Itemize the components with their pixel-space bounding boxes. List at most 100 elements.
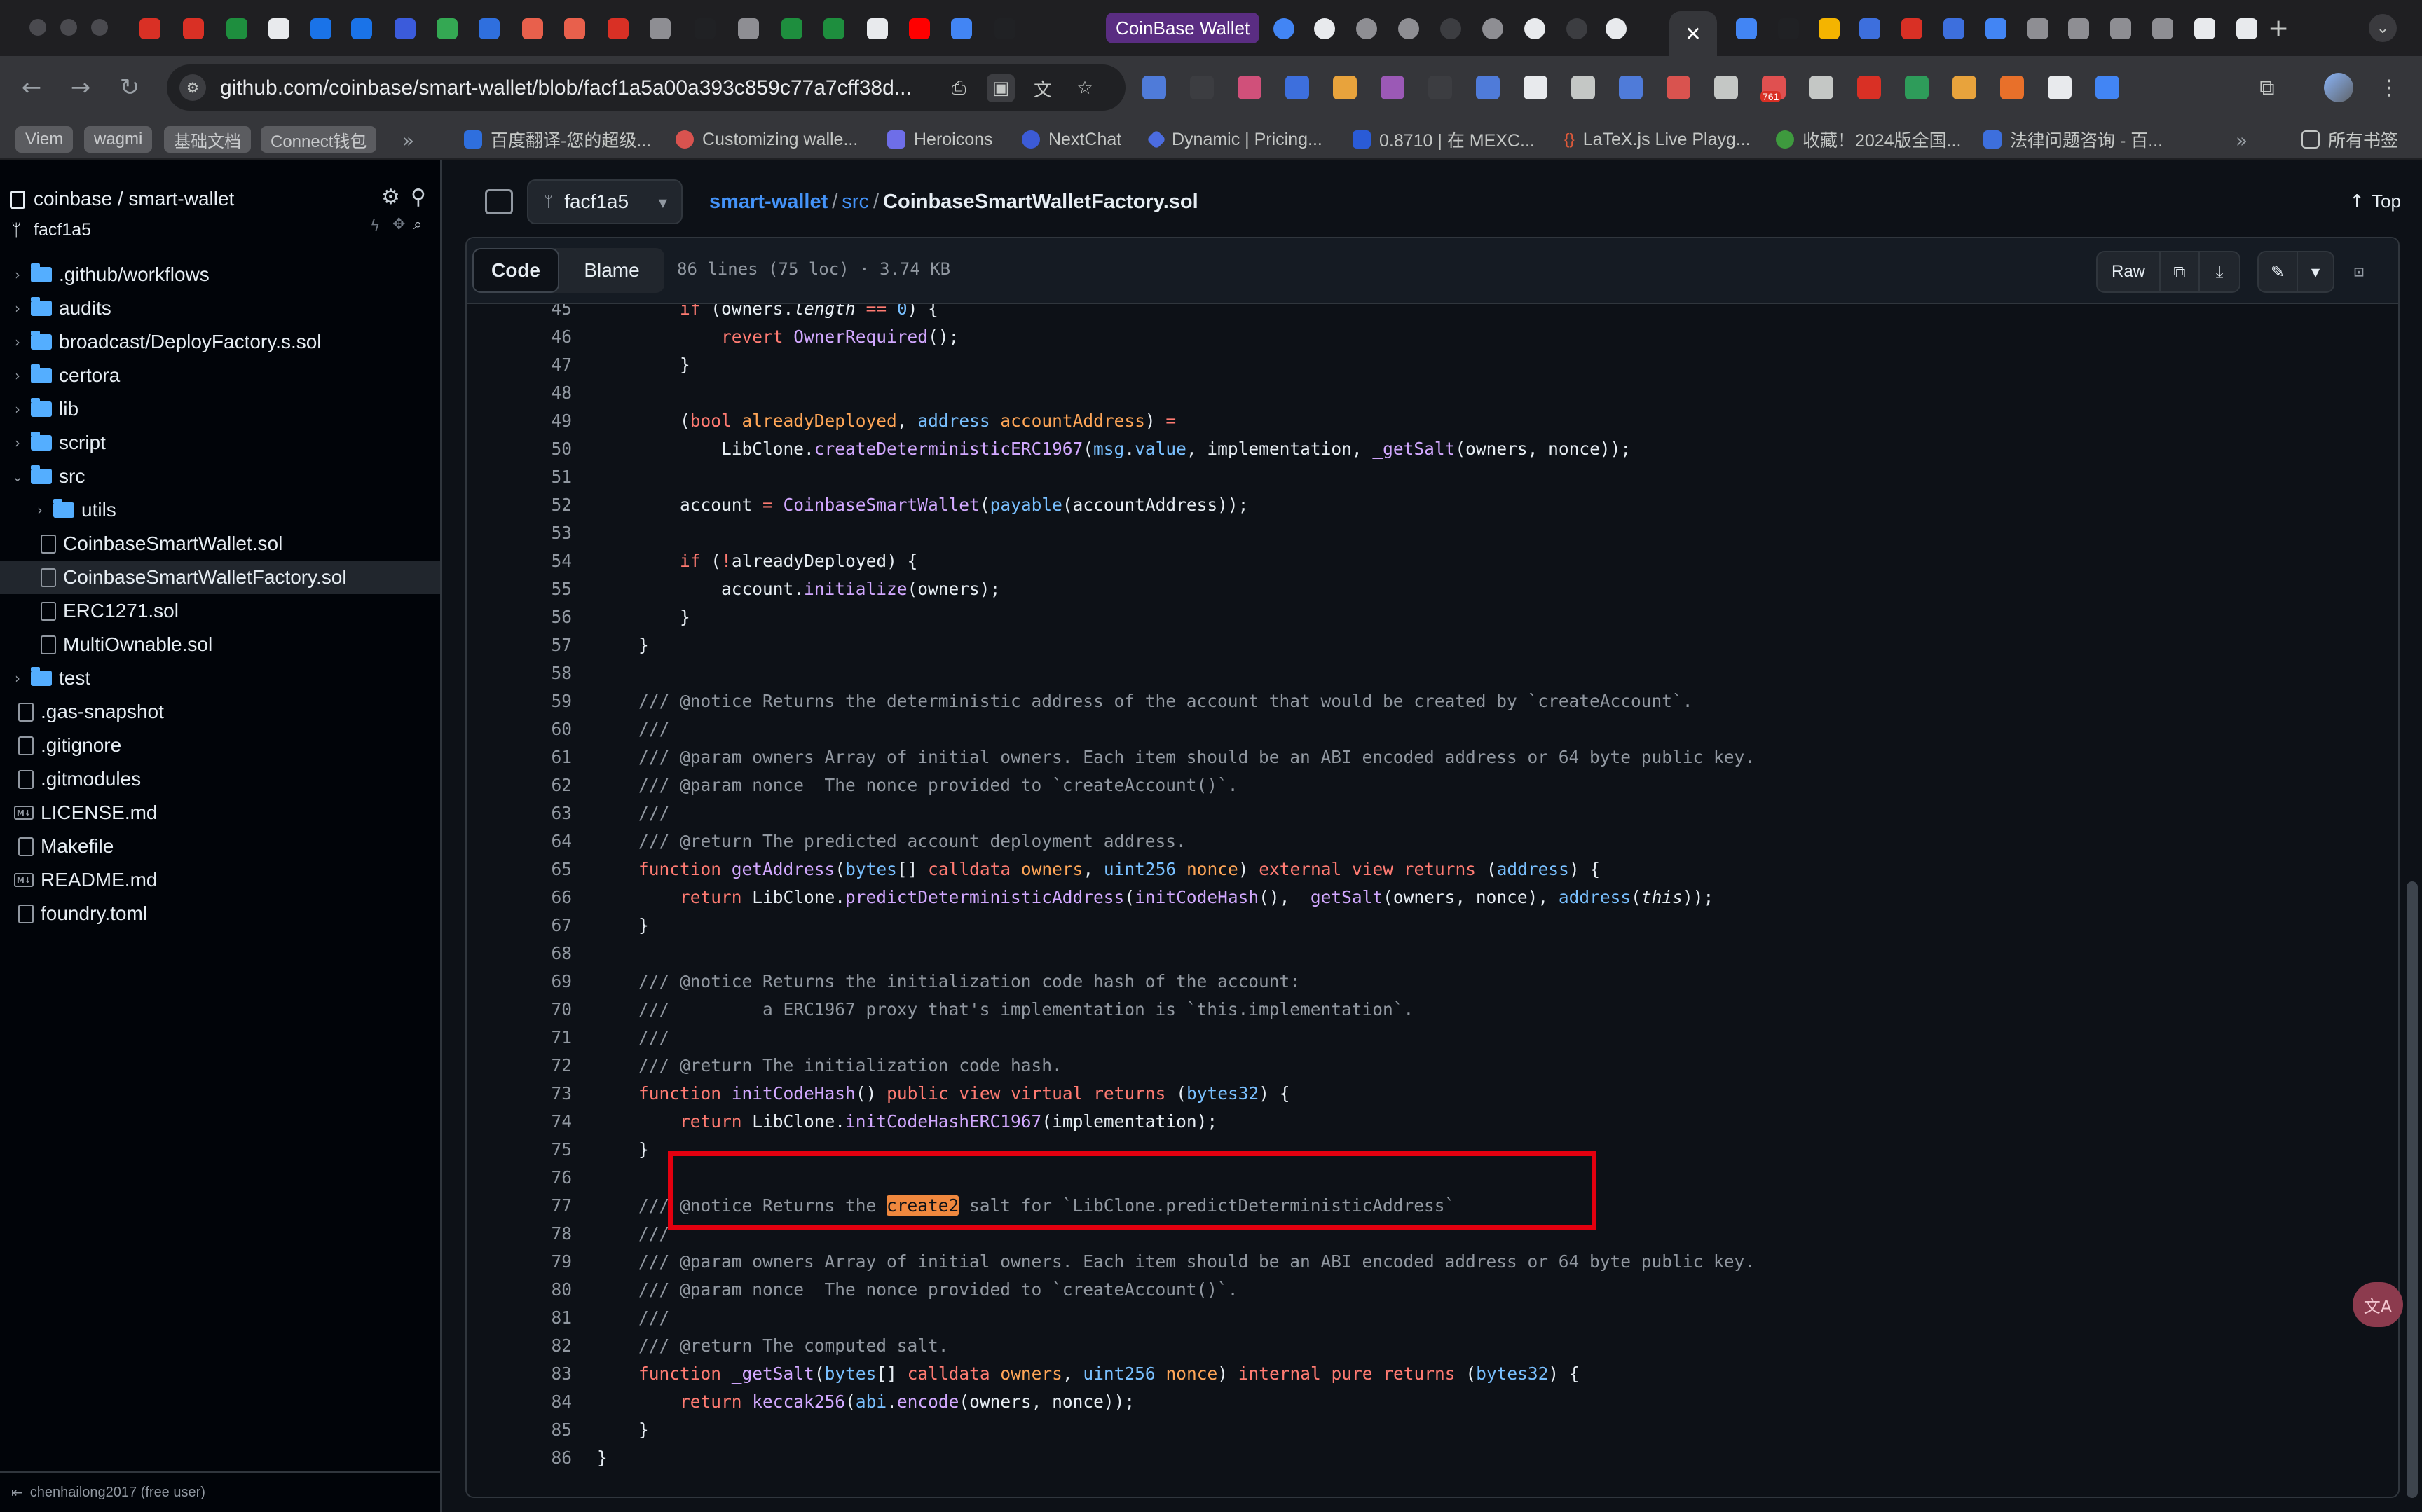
- reader-mode-icon[interactable]: ▣: [987, 74, 1015, 102]
- browser-tab[interactable]: [1435, 11, 1466, 46]
- browser-tab[interactable]: [603, 11, 634, 46]
- browser-tab[interactable]: [432, 11, 463, 46]
- chevron-right-icon[interactable]: ›: [32, 502, 48, 518]
- bookmark-overflow-icon[interactable]: »: [2236, 129, 2247, 152]
- line-number[interactable]: 54: [467, 551, 572, 571]
- line-number[interactable]: 84: [467, 1391, 572, 1412]
- extension-icon[interactable]: [1905, 76, 1929, 99]
- install-app-icon[interactable]: ⎙: [945, 74, 973, 102]
- line-number[interactable]: 72: [467, 1055, 572, 1075]
- browser-tab[interactable]: [1309, 11, 1340, 46]
- all-bookmarks-button[interactable]: 所有书签: [2301, 126, 2398, 153]
- site-info-icon[interactable]: ⚙: [179, 74, 206, 101]
- line-number[interactable]: 73: [467, 1083, 572, 1104]
- line-number[interactable]: 82: [467, 1335, 572, 1356]
- window-zoom-button[interactable]: [91, 19, 108, 36]
- line-number[interactable]: 56: [467, 607, 572, 627]
- address-bar[interactable]: ⚙ github.com/coinbase/smart-wallet/blob/…: [167, 64, 1126, 111]
- browser-tab[interactable]: [1980, 11, 2011, 46]
- repo-name[interactable]: coinbase / smart-wallet: [34, 188, 234, 210]
- chevron-right-icon[interactable]: ›: [10, 434, 25, 451]
- bookmark-item[interactable]: 0.8710 | 在 MEXC...: [1353, 126, 1535, 153]
- extension-icon[interactable]: [2048, 76, 2072, 99]
- browser-tab[interactable]: [690, 11, 720, 46]
- extension-icon[interactable]: [1714, 76, 1738, 99]
- line-number[interactable]: 78: [467, 1223, 572, 1244]
- profile-avatar[interactable]: [2324, 73, 2353, 102]
- browser-tab[interactable]: [474, 11, 505, 46]
- browser-tab[interactable]: [990, 11, 1020, 46]
- copy-icon[interactable]: ⧉: [2161, 252, 2200, 291]
- line-number[interactable]: 74: [467, 1111, 572, 1132]
- line-number[interactable]: 45: [467, 304, 572, 319]
- extension-icon[interactable]: [1952, 76, 1976, 99]
- browser-tab[interactable]: [862, 11, 893, 46]
- tree-folder[interactable]: › audits: [0, 291, 440, 325]
- line-number[interactable]: 83: [467, 1363, 572, 1384]
- bookmark-overflow-icon[interactable]: »: [402, 129, 414, 152]
- branch-selector-button[interactable]: ᛘ facf1a5 ▼: [527, 179, 683, 224]
- line-number[interactable]: 76: [467, 1167, 572, 1188]
- back-button[interactable]: ←: [13, 69, 50, 106]
- tree-folder[interactable]: › utils: [0, 493, 440, 527]
- line-number[interactable]: 58: [467, 663, 572, 683]
- lightning-icon[interactable]: ϟ: [370, 217, 381, 235]
- browser-tab[interactable]: [178, 11, 209, 46]
- browser-tab[interactable]: [346, 11, 377, 46]
- chrome-menu-icon[interactable]: ⋮: [2374, 73, 2404, 102]
- window-minimize-button[interactable]: [60, 19, 77, 36]
- line-number[interactable]: 81: [467, 1307, 572, 1328]
- line-number[interactable]: 68: [467, 943, 572, 963]
- branch-name[interactable]: facf1a5: [34, 220, 91, 240]
- line-number[interactable]: 80: [467, 1279, 572, 1300]
- line-number[interactable]: 67: [467, 915, 572, 935]
- raw-button[interactable]: Raw: [2098, 252, 2161, 291]
- extension-icon[interactable]: [1285, 76, 1309, 99]
- line-number[interactable]: 64: [467, 831, 572, 851]
- browser-tab[interactable]: [946, 11, 977, 46]
- bookmark-item[interactable]: NextChat: [1022, 126, 1121, 153]
- extension-icon[interactable]: [2095, 76, 2119, 99]
- translate-page-icon[interactable]: 文: [1029, 74, 1057, 102]
- bookmark-item[interactable]: Customizing walle...: [676, 126, 858, 153]
- tree-folder[interactable]: ⌄ src: [0, 460, 440, 493]
- window-close-button[interactable]: [29, 19, 46, 36]
- line-number[interactable]: 66: [467, 887, 572, 907]
- translate-icon[interactable]: 文A: [2353, 1282, 2403, 1327]
- tree-file[interactable]: ERC1271.sol: [0, 594, 440, 628]
- line-number[interactable]: 63: [467, 803, 572, 823]
- line-number[interactable]: 46: [467, 327, 572, 347]
- tree-file[interactable]: M↓ LICENSE.md: [0, 796, 440, 830]
- line-number[interactable]: 48: [467, 383, 572, 403]
- breadcrumb-dir-link[interactable]: src: [842, 191, 869, 213]
- extensions-puzzle-icon[interactable]: ⧉: [2252, 73, 2282, 102]
- browser-tab[interactable]: [264, 11, 294, 46]
- bookmark-chip[interactable]: Connect钱包: [261, 126, 377, 153]
- bookmark-chip[interactable]: wagmi: [84, 126, 153, 153]
- browser-tab[interactable]: [645, 11, 676, 46]
- browser-tab[interactable]: [1477, 11, 1508, 46]
- browser-tab[interactable]: [2063, 11, 2094, 46]
- extension-icon[interactable]: [1381, 76, 1404, 99]
- extension-icon[interactable]: [1571, 76, 1595, 99]
- tab-active-github[interactable]: ✕: [1669, 11, 1717, 56]
- chevron-right-icon[interactable]: ›: [10, 266, 25, 283]
- tree-file[interactable]: CoinbaseSmartWalletFactory.sol: [0, 561, 440, 594]
- line-number[interactable]: 47: [467, 355, 572, 375]
- browser-tab[interactable]: [1814, 11, 1845, 46]
- gear-icon[interactable]: ⚙: [381, 185, 400, 209]
- top-button[interactable]: ↑ Top: [2349, 191, 2401, 212]
- extension-icon[interactable]: 761: [1760, 76, 1786, 102]
- browser-tab[interactable]: [221, 11, 252, 46]
- pencil-icon[interactable]: ✎: [2259, 252, 2298, 291]
- extension-icon[interactable]: [1142, 76, 1166, 99]
- bookmark-item[interactable]: 收藏！2024版全国...: [1776, 126, 1961, 153]
- tree-folder[interactable]: › certora: [0, 359, 440, 392]
- browser-tab[interactable]: [1731, 11, 1762, 46]
- bookmark-item[interactable]: Dynamic | Pricing...: [1146, 126, 1322, 153]
- line-number[interactable]: 53: [467, 523, 572, 543]
- browser-tab[interactable]: [1938, 11, 1969, 46]
- extension-icon[interactable]: [1333, 76, 1357, 99]
- browser-tab[interactable]: [559, 11, 590, 46]
- browser-tab[interactable]: [2189, 11, 2220, 46]
